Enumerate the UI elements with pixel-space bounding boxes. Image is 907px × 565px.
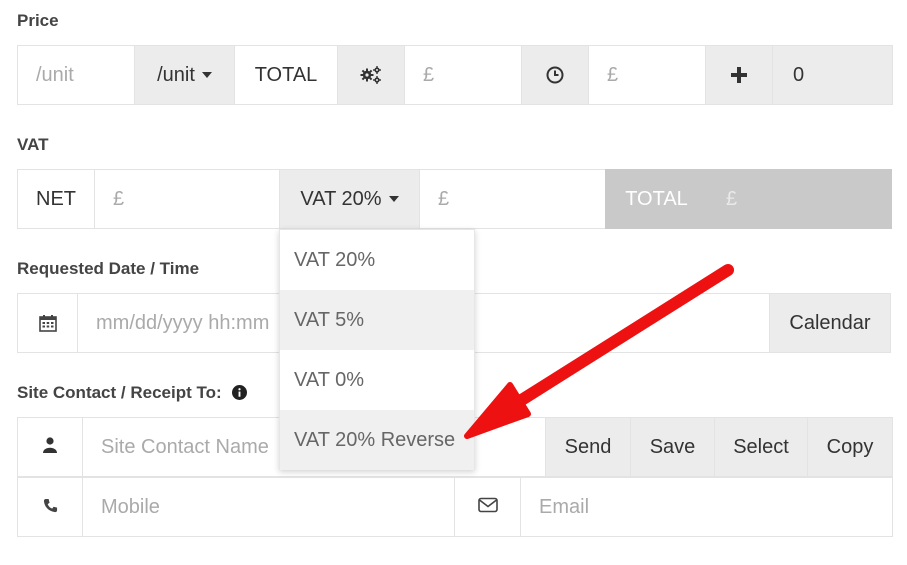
clock-icon (546, 66, 564, 84)
user-icon (43, 436, 57, 459)
select-button[interactable]: Select (714, 417, 808, 477)
price-label: Price (17, 11, 59, 30)
vat-rate-dropdown-label: VAT 20% (300, 187, 382, 210)
vat-amount-input[interactable]: £ (419, 169, 606, 229)
copy-button[interactable]: Copy (807, 417, 893, 477)
envelope-icon (477, 496, 498, 519)
caret-down-icon (388, 196, 399, 202)
unit-dropdown-label: /unit (157, 63, 195, 86)
info-icon[interactable] (232, 385, 248, 405)
mobile-input[interactable]: Mobile (82, 477, 455, 537)
site-contact-label: Site Contact / Receipt To: (17, 383, 248, 405)
phone-icon (43, 496, 58, 519)
plus-icon (731, 67, 747, 83)
net-input[interactable]: £ (94, 169, 280, 229)
phone-icon-addon (17, 477, 83, 537)
vat-option-20-reverse[interactable]: VAT 20% Reverse (280, 410, 474, 470)
vat-total-input: £ (707, 169, 892, 229)
price-total-label: TOTAL (234, 45, 338, 105)
price-unit-input[interactable]: /unit (17, 45, 135, 105)
vat-rate-dropdown-menu: VAT 20% VAT 5% VAT 0% VAT 20% Reverse (279, 229, 475, 470)
calendar-button[interactable]: Calendar (769, 293, 891, 353)
vat-total-label: TOTAL (605, 169, 708, 229)
user-icon-addon (17, 417, 83, 477)
vat-option-20[interactable]: VAT 20% (280, 230, 474, 290)
clock-button[interactable] (521, 45, 589, 105)
save-button[interactable]: Save (630, 417, 715, 477)
vat-label: VAT (17, 135, 49, 154)
vat-option-0[interactable]: VAT 0% (280, 350, 474, 410)
envelope-icon-addon (454, 477, 521, 537)
vat-option-5[interactable]: VAT 5% (280, 290, 474, 350)
calendar-icon-addon (17, 293, 78, 353)
unit-dropdown-button[interactable]: /unit (134, 45, 235, 105)
date-label: Requested Date / Time (17, 259, 200, 278)
vat-row: NET £ VAT 20% £ TOTAL £ (17, 169, 892, 229)
cogs-icon (359, 65, 383, 85)
quantity-input[interactable]: 0 (772, 45, 893, 105)
calendar-icon (38, 314, 57, 332)
plus-button[interactable] (705, 45, 773, 105)
price-total-input[interactable]: £ (404, 45, 522, 105)
email-input[interactable]: Email (520, 477, 893, 537)
send-button[interactable]: Send (545, 417, 631, 477)
caret-down-icon (201, 72, 212, 78)
cogs-button[interactable] (337, 45, 405, 105)
contact-details-row: Mobile Email (17, 477, 893, 537)
vat-rate-dropdown-button[interactable]: VAT 20% (279, 169, 420, 229)
site-contact-label-text: Site Contact / Receipt To: (17, 383, 222, 402)
price-clock-input[interactable]: £ (588, 45, 706, 105)
net-label: NET (17, 169, 95, 229)
price-row: /unit /unit TOTAL £ £ 0 (17, 45, 893, 105)
